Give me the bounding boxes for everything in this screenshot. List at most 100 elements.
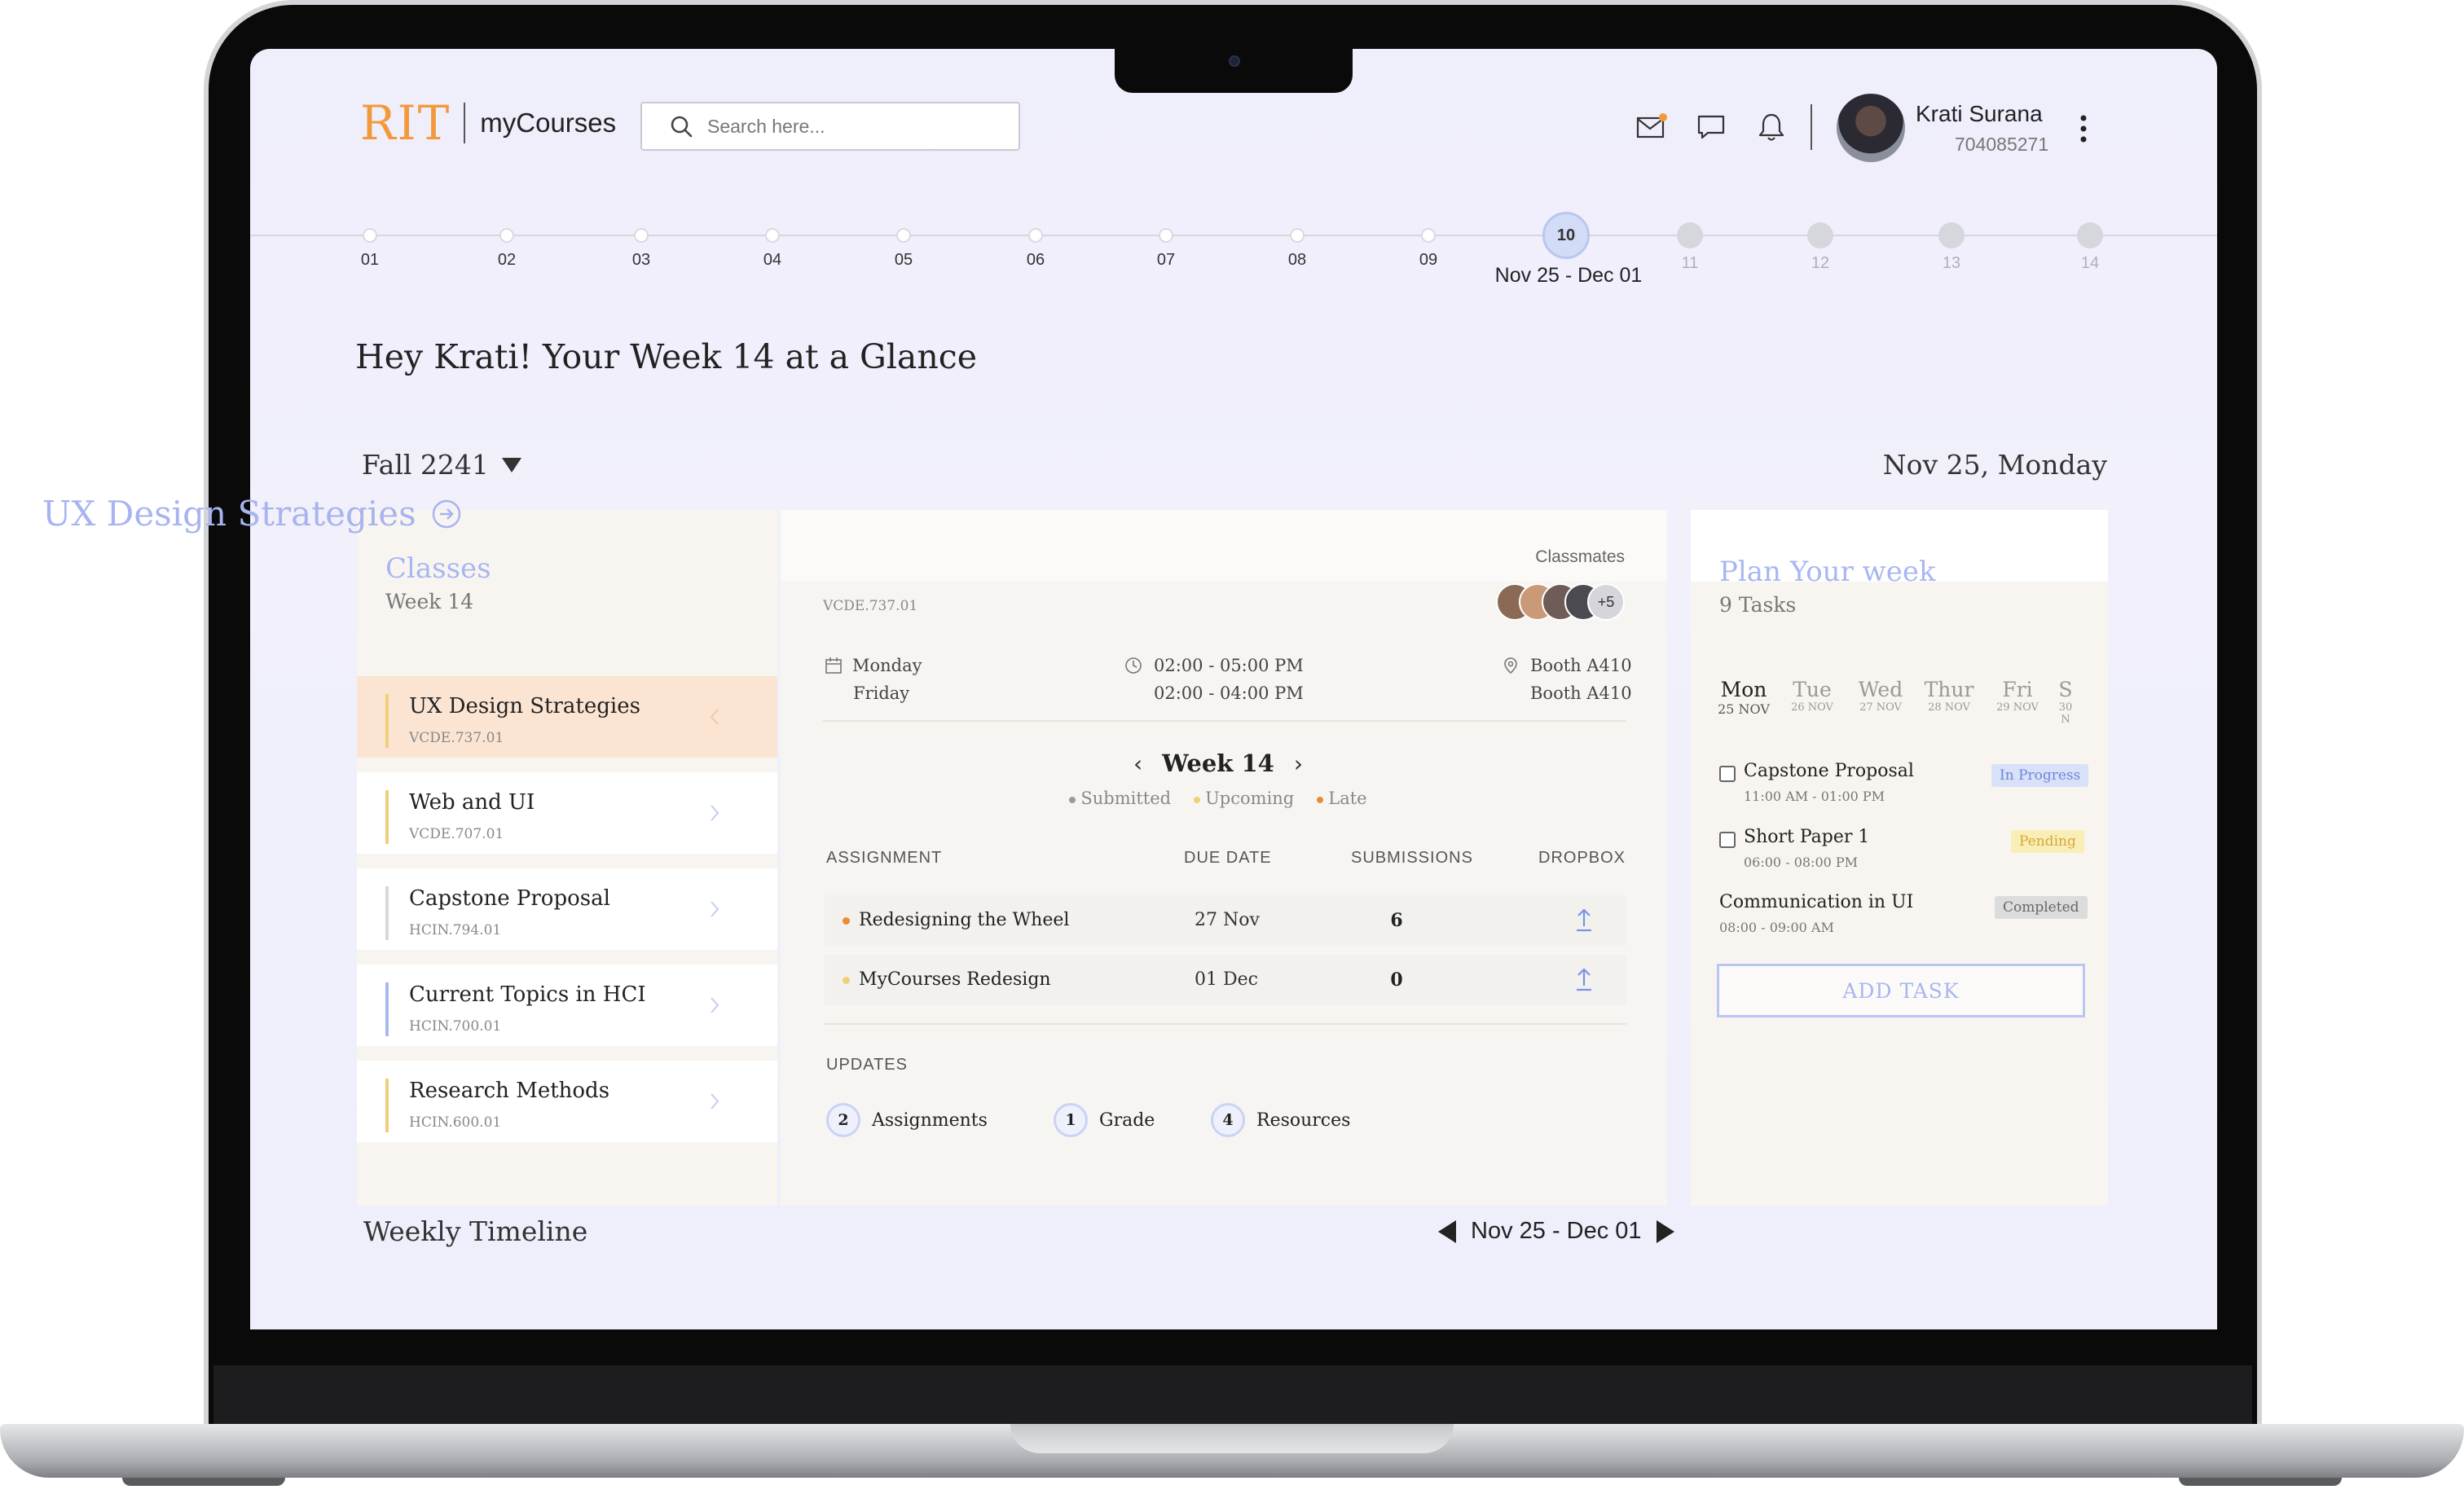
schedule-day: Monday (852, 656, 922, 675)
task-checkbox[interactable] (1719, 832, 1736, 848)
legend-item: Upcoming (1194, 789, 1294, 808)
chevron-right-icon[interactable]: › (1294, 750, 1303, 777)
plan-title: Plan Your week (1719, 556, 1936, 588)
task-checkbox[interactable] (1719, 766, 1736, 782)
week-dot-14[interactable] (2077, 222, 2103, 248)
more-vertical-icon[interactable] (2079, 114, 2088, 143)
class-item-web-ui[interactable]: Web and UI VCDE.707.01 (357, 772, 777, 854)
day-tab-mon[interactable]: Mon 25 NOV (1711, 678, 1776, 717)
search-box[interactable] (640, 102, 1020, 151)
search-input[interactable] (706, 114, 999, 138)
camera-icon (1229, 55, 1240, 67)
week-label: 06 (1026, 251, 1045, 269)
class-color-bar (385, 982, 389, 1036)
table-row[interactable]: Redesigning the Wheel 27 Nov 6 (825, 895, 1626, 946)
divider (823, 720, 1626, 722)
week-dot-09[interactable] (1421, 228, 1436, 243)
status-badge: In Progress (1991, 764, 2089, 787)
day-tab-wed[interactable]: Wed 27 NOV (1848, 678, 1913, 714)
classes-panel: Classes Week 14 UX Design Strategies VCD… (357, 510, 777, 1206)
avatar[interactable] (1837, 94, 1905, 162)
day-tab-tue[interactable]: Tue 26 NOV (1780, 678, 1845, 714)
week-dot-12[interactable] (1807, 222, 1833, 248)
update-label: Assignments (872, 1110, 988, 1131)
classmates-avatars[interactable]: +5 (1496, 583, 1625, 624)
assignment-name: MyCourses Redesign (859, 969, 1051, 990)
class-name: Current Topics in HCI (409, 982, 646, 1007)
day-tab-thur[interactable]: Thur 28 NOV (1916, 678, 1982, 714)
class-item-current-topics[interactable]: Current Topics in HCI HCIN.700.01 (357, 965, 777, 1046)
week-label: 04 (763, 251, 782, 269)
chat-icon[interactable] (1695, 111, 1727, 143)
chevron-right-icon (711, 805, 719, 821)
week-dot-03[interactable] (634, 228, 649, 243)
update-grade[interactable]: 1 Grade (1054, 1103, 1155, 1137)
term-dropdown[interactable]: Fall 2241 (362, 449, 521, 481)
class-item-capstone[interactable]: Capstone Proposal HCIN.794.01 (357, 868, 777, 950)
classes-header: Classes Week 14 (385, 552, 491, 613)
update-label: Grade (1099, 1110, 1155, 1131)
update-count: 1 (1054, 1103, 1088, 1137)
course-title: UX Design Strategies (42, 494, 416, 534)
legend-dot (1194, 796, 1201, 803)
week-dot-11[interactable] (1677, 222, 1703, 248)
class-item-ux-design[interactable]: UX Design Strategies VCDE.737.01 (357, 676, 777, 758)
week-current[interactable]: 10 (1542, 212, 1590, 259)
schedule-time: 02:00 - 04:00 PM (1154, 683, 1304, 703)
week-dot-04[interactable] (765, 228, 780, 243)
schedule-room: Booth A410 (1530, 683, 1632, 703)
upload-icon[interactable] (1574, 966, 1594, 992)
column-header: DROPBOX (1538, 849, 1626, 867)
classmates-more[interactable]: +5 (1587, 583, 1625, 621)
bell-icon[interactable] (1755, 111, 1788, 143)
schedule-rooms: Booth A410 Booth A410 (1530, 652, 1632, 707)
week-dot-01[interactable] (363, 228, 377, 243)
caret-down-icon (501, 457, 521, 472)
update-assignments[interactable]: 2 Assignments (826, 1103, 988, 1137)
class-name: Capstone Proposal (409, 886, 610, 911)
mail-notification-icon[interactable] (1635, 111, 1668, 143)
update-count: 2 (826, 1103, 860, 1137)
search-icon (671, 116, 693, 138)
logo-app-name: myCourses (480, 108, 617, 138)
triangle-left-icon[interactable] (1438, 1219, 1456, 1243)
status-dot (843, 977, 850, 984)
user-name: Krati Surana (1916, 101, 2043, 126)
day-tab-sat[interactable]: S 30 N (2053, 678, 2078, 726)
week-dot-06[interactable] (1028, 228, 1043, 243)
logo-brand: RIT (360, 95, 451, 151)
week-dot-13[interactable] (1938, 222, 1965, 248)
week-label: 09 (1419, 251, 1438, 269)
current-date: Nov 25, Monday (1882, 449, 2107, 481)
week-dot-07[interactable] (1159, 228, 1173, 243)
update-resources[interactable]: 4 Resources (1211, 1103, 1350, 1137)
class-name: Research Methods (409, 1079, 610, 1103)
triangle-right-icon[interactable] (1656, 1219, 1674, 1243)
class-name: Web and UI (409, 790, 535, 815)
plan-header: Plan Your week 9 Tasks (1719, 556, 1936, 617)
laptop-base-notch (1010, 1424, 1454, 1453)
schedule-time: 02:00 - 05:00 PM (1154, 656, 1304, 675)
task-time: 08:00 - 09:00 AM (1719, 920, 1834, 935)
week-dot-02[interactable] (499, 228, 514, 243)
upload-icon[interactable] (1574, 907, 1594, 933)
week-label: 12 (1811, 254, 1830, 272)
week-dot-08[interactable] (1290, 228, 1305, 243)
week-dot-05[interactable] (896, 228, 911, 243)
day-tab-fri[interactable]: Fri 29 NOV (1985, 678, 2050, 714)
legend-item: Submitted (1069, 789, 1171, 808)
course-title-link[interactable]: UX Design Strategies (42, 494, 462, 534)
logo[interactable]: RIT myCourses (360, 95, 617, 151)
class-code: VCDE.707.01 (409, 826, 504, 842)
clock-icon (1125, 657, 1142, 674)
chevron-left-icon[interactable]: ‹ (1133, 750, 1142, 777)
update-label: Resources (1256, 1110, 1351, 1131)
column-header: SUBMISSIONS (1351, 849, 1473, 867)
task-time: 06:00 - 08:00 PM (1744, 855, 1859, 870)
status-dot (843, 917, 850, 925)
week-timeline-track (250, 235, 2217, 236)
add-task-button[interactable]: ADD TASK (1717, 964, 2085, 1017)
table-row[interactable]: MyCourses Redesign 01 Dec 0 (825, 955, 1626, 1005)
classes-title: Classes (385, 552, 491, 585)
class-item-research-methods[interactable]: Research Methods HCIN.600.01 (357, 1061, 777, 1142)
